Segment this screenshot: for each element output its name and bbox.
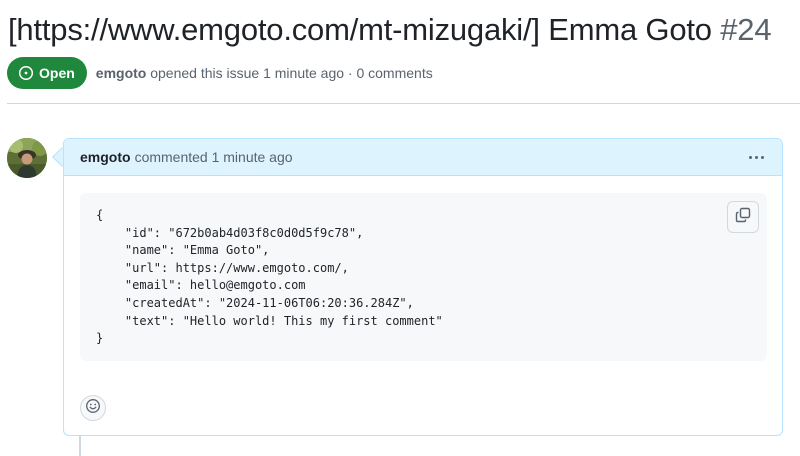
code-line: "url": https://www.emgoto.com/, xyxy=(96,260,349,275)
code-line: "name": "Emma Goto", xyxy=(96,243,270,258)
issue-meta-text: emgoto opened this issue 1 minute ago · … xyxy=(96,65,433,81)
code-line: "id": "672b0ab4d03f8c0d0d5f9c78", xyxy=(96,225,364,240)
code-line: "text": "Hello world! This my first comm… xyxy=(96,313,443,328)
timeline-line xyxy=(79,436,81,456)
copy-icon xyxy=(735,207,751,228)
issue-number: #24 xyxy=(720,12,772,47)
comment-timestamp[interactable]: commented 1 minute ago xyxy=(135,149,293,165)
add-reaction-button[interactable] xyxy=(80,395,106,421)
comment-author-link[interactable]: emgoto xyxy=(80,149,131,165)
status-badge: Open xyxy=(7,57,87,89)
issue-meta: Open emgoto opened this issue 1 minute a… xyxy=(7,57,433,89)
issue-author-link[interactable]: emgoto xyxy=(96,65,147,81)
code-line: { xyxy=(96,208,104,222)
smiley-icon xyxy=(85,398,101,419)
kebab-horizontal-icon[interactable] xyxy=(749,149,764,165)
issue-title-text: [https://www.emgoto.com/mt-mizugaki/] Em… xyxy=(8,12,712,47)
status-label: Open xyxy=(39,65,75,81)
code-line: "createdAt": "2024-11-06T06:20:36.284Z", xyxy=(96,295,414,310)
code-line: } xyxy=(96,331,104,346)
issue-title: [https://www.emgoto.com/mt-mizugaki/] Em… xyxy=(8,8,798,52)
code-line: "email": hello@emgoto.com xyxy=(96,278,306,293)
code-block: { "id": "672b0ab4d03f8c0d0d5f9c78", "nam… xyxy=(80,193,767,361)
issue-opened-icon xyxy=(18,65,34,81)
avatar[interactable] xyxy=(7,138,47,178)
comment-header: emgoto commented 1 minute ago xyxy=(64,139,782,176)
issue-opened-text: opened this issue 1 minute ago · 0 comme… xyxy=(150,65,433,81)
header-divider xyxy=(7,103,800,104)
copy-button[interactable] xyxy=(727,201,759,233)
comment-card: emgoto commented 1 minute ago { "id": "6… xyxy=(63,138,783,436)
code-content: { "id": "672b0ab4d03f8c0d0d5f9c78", "nam… xyxy=(96,207,443,348)
